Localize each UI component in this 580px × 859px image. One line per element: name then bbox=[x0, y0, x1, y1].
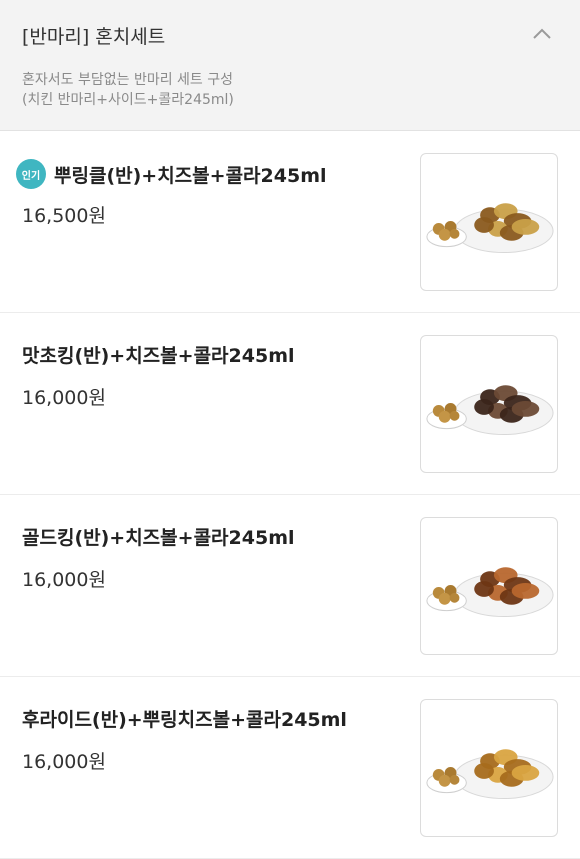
menu-item-name-row: 골드킹(반)+치즈볼+콜라245ml bbox=[22, 523, 295, 550]
menu-item-name-row: 후라이드(반)+뿌링치즈볼+콜라245ml bbox=[22, 705, 347, 732]
fried-chicken-plate-icon[interactable] bbox=[420, 517, 558, 655]
section-description: 혼자서도 부담없는 반마리 세트 구성 (치킨 반마리+사이드+콜라245ml) bbox=[22, 70, 234, 110]
menu-item[interactable]: 인기 뿌링클(반)+치즈볼+콜라245ml 16,500원 bbox=[0, 131, 580, 313]
menu-item-name: 맛초킹(반)+치즈볼+콜라245ml bbox=[22, 345, 295, 367]
menu-item-price: 16,500원 bbox=[22, 205, 106, 227]
menu-list: 인기 뿌링클(반)+치즈볼+콜라245ml 16,500원 맛초킹(반)+치즈볼… bbox=[0, 131, 580, 859]
menu-item-name-row: 인기 뿌링클(반)+치즈볼+콜라245ml bbox=[16, 159, 327, 189]
section-desc-line: (치킨 반마리+사이드+콜라245ml) bbox=[22, 92, 234, 108]
menu-item[interactable]: 골드킹(반)+치즈볼+콜라245ml 16,000원 bbox=[0, 495, 580, 677]
section-title: [반마리] 혼치세트 bbox=[22, 26, 166, 48]
menu-item[interactable]: 맛초킹(반)+치즈볼+콜라245ml 16,000원 bbox=[0, 313, 580, 495]
fried-chicken-plate-icon[interactable] bbox=[420, 699, 558, 837]
menu-item-name: 뿌링클(반)+치즈볼+콜라245ml bbox=[54, 164, 327, 187]
popular-badge: 인기 bbox=[16, 159, 46, 189]
menu-item[interactable]: 후라이드(반)+뿌링치즈볼+콜라245ml 16,000원 bbox=[0, 677, 580, 859]
menu-item-name-row: 맛초킹(반)+치즈볼+콜라245ml bbox=[22, 341, 295, 368]
section-header[interactable]: [반마리] 혼치세트 혼자서도 부담없는 반마리 세트 구성 (치킨 반마리+사… bbox=[0, 0, 580, 131]
menu-item-name: 골드킹(반)+치즈볼+콜라245ml bbox=[22, 527, 295, 549]
menu-item-price: 16,000원 bbox=[22, 569, 106, 591]
fried-chicken-plate-icon[interactable] bbox=[420, 153, 558, 291]
chevron-up-icon[interactable] bbox=[532, 28, 552, 40]
fried-chicken-plate-icon[interactable] bbox=[420, 335, 558, 473]
section-desc-line: 혼자서도 부담없는 반마리 세트 구성 bbox=[22, 72, 233, 88]
menu-item-price: 16,000원 bbox=[22, 387, 106, 409]
menu-item-name: 후라이드(반)+뿌링치즈볼+콜라245ml bbox=[22, 709, 347, 731]
menu-item-price: 16,000원 bbox=[22, 751, 106, 773]
